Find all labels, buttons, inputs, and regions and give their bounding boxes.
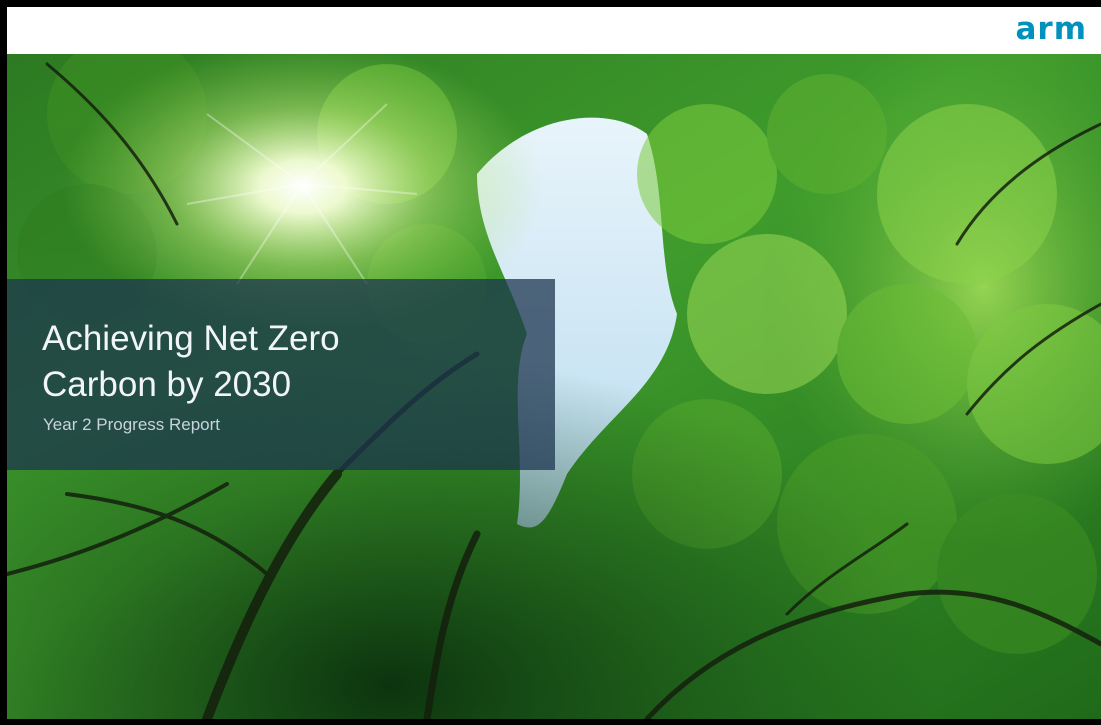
report-title-line-2: Carbon by 2030 — [42, 365, 292, 404]
title-panel: Achieving Net Zero Carbon by 2030 Year 2… — [7, 279, 555, 470]
report-title-line-1: Achieving Net Zero — [42, 319, 340, 358]
header-bar: arm — [7, 7, 1101, 54]
report-subtitle: Year 2 Progress Report — [43, 415, 221, 434]
arm-logo: arm — [1015, 11, 1087, 47]
cover-frame: arm Achieving Net Zero Carbon by 2030 Ye… — [0, 0, 1101, 725]
report-cover-page: arm Achieving Net Zero Carbon by 2030 Ye… — [7, 7, 1101, 719]
